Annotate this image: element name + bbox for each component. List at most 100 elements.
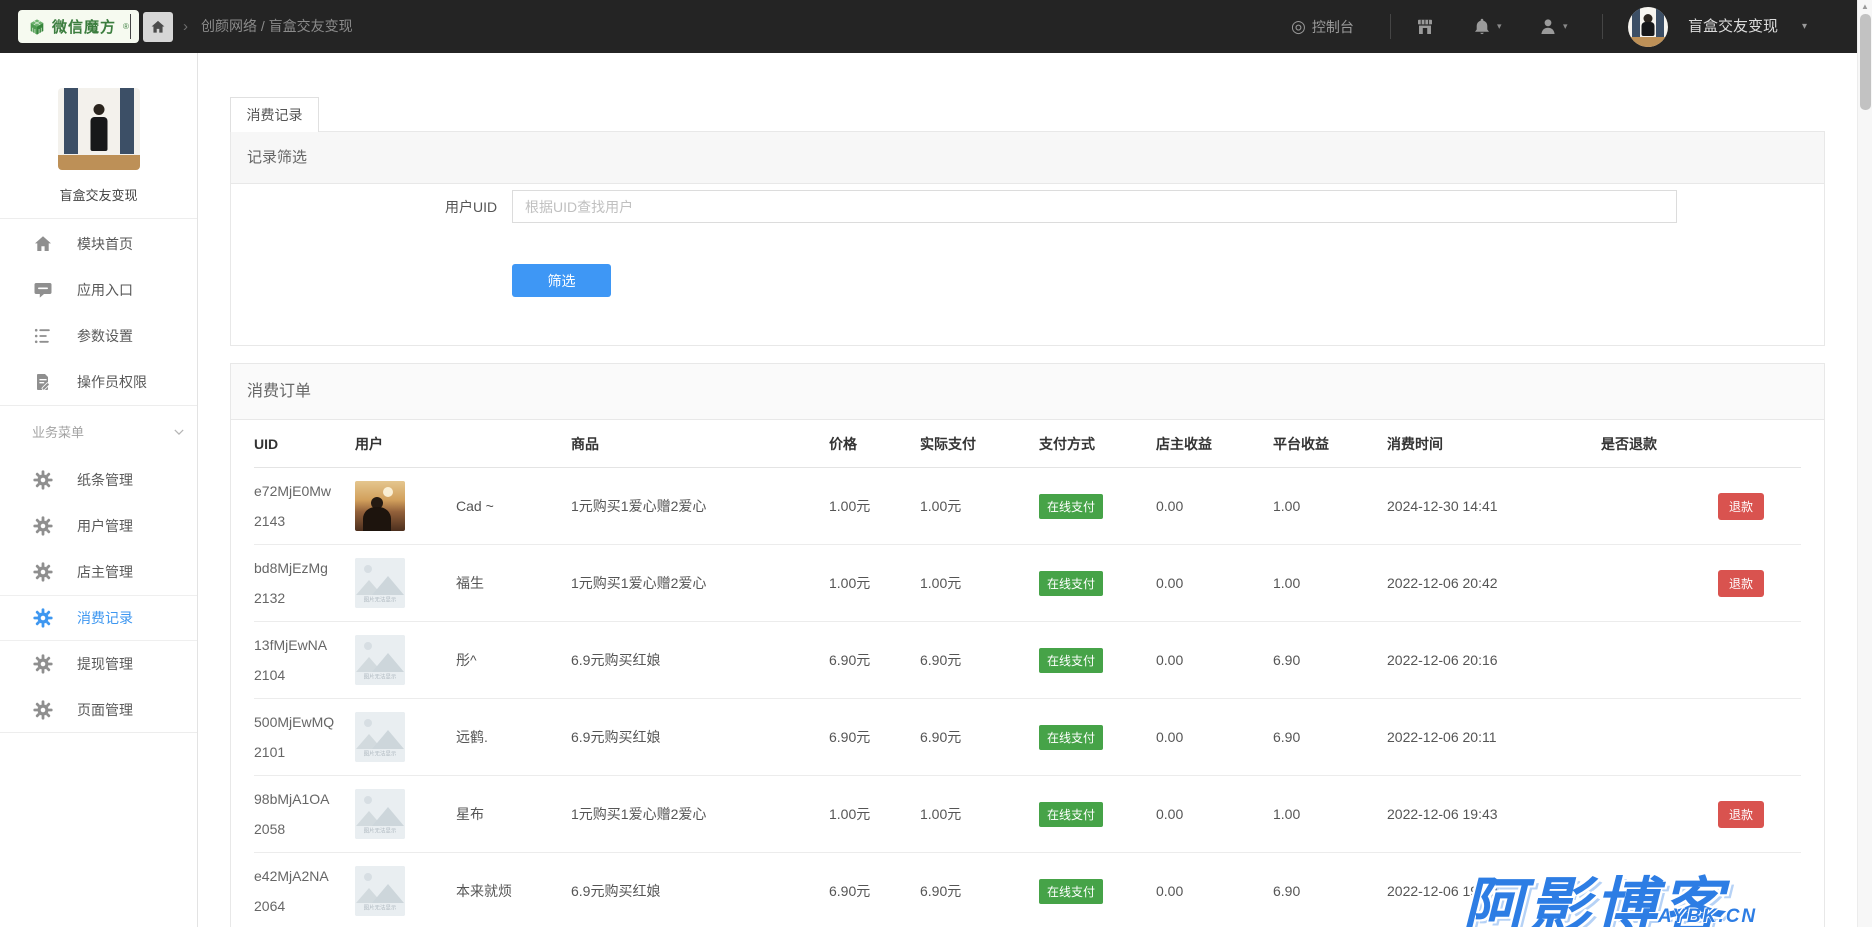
refund-button[interactable]: 退款 <box>1718 493 1764 520</box>
order-owner-income: 0.00 <box>1156 883 1273 899</box>
sidebar-item-user-management[interactable]: 用户管理 <box>0 503 197 549</box>
pay-method-badge: 在线支付 <box>1039 725 1103 750</box>
pay-method-badge: 在线支付 <box>1039 879 1103 904</box>
user-avatar: 图片无法显示 <box>355 635 405 685</box>
topbar-divider <box>1390 14 1391 39</box>
photo-floor <box>58 155 140 170</box>
sidebar-item-label: 消费记录 <box>77 608 133 628</box>
sidebar-item-operator-permissions[interactable]: 操作员权限 <box>0 359 197 405</box>
photo-figure-head <box>94 104 105 115</box>
topbar-divider <box>130 14 131 39</box>
sidebar-item-module-home[interactable]: 模块首页 <box>0 221 197 267</box>
order-owner-income: 0.00 <box>1156 729 1273 745</box>
gear-icon <box>33 562 53 582</box>
bell-icon[interactable] <box>1472 17 1492 37</box>
col-time: 消费时间 <box>1387 434 1601 454</box>
table-row: bd8MjEzMg 2132 图片无法显示 福生 1元购买1爱心赠2爱心 1. <box>254 545 1801 622</box>
order-uid-code: e72MjE0Mw <box>254 476 355 506</box>
uid-input[interactable] <box>512 190 1677 223</box>
sidebar-item-label: 应用入口 <box>77 280 133 300</box>
account-avatar[interactable] <box>1628 7 1668 47</box>
filter-button[interactable]: 筛选 <box>512 264 611 297</box>
orders-panel: 消费订单 UID 用户 商品 价格 实际支付 支付方式 店主收益 平台收益 消费… <box>230 363 1825 927</box>
order-uid: e42MjA2NA 2064 <box>254 861 355 921</box>
table-row: 500MjEwMQ 2101 图片无法显示 远鹤. 6.9元购买红娘 6.90 <box>254 699 1801 776</box>
placeholder-sun <box>364 873 372 881</box>
sidebar-item-page-management[interactable]: 页面管理 <box>0 687 197 733</box>
page: 微信魔方 ® › 创颜网络 / 盲盒交友变现 ◎ 控制台 ▾ ▾ 盲盒交友变现 … <box>0 0 1872 927</box>
placeholder-sun <box>364 642 372 650</box>
col-platform-income: 平台收益 <box>1273 434 1387 454</box>
topbar: 微信魔方 ® › 创颜网络 / 盲盒交友变现 ◎ 控制台 ▾ ▾ 盲盒交友变现 … <box>0 0 1872 53</box>
order-platform-income: 1.00 <box>1273 806 1387 822</box>
order-actual-paid: 6.90元 <box>920 881 1039 901</box>
order-actual-paid: 6.90元 <box>920 650 1039 670</box>
refund-button[interactable]: 退款 <box>1718 801 1764 828</box>
order-username: 福生 <box>456 573 484 593</box>
order-actual-paid: 6.90元 <box>920 727 1039 747</box>
avatar-photo <box>355 481 405 531</box>
order-refund-cell: 退款 <box>1601 493 1801 520</box>
cube-logo-icon <box>28 18 46 36</box>
order-uid-code: 13fMjEwNA <box>254 630 355 660</box>
order-actual-paid: 1.00元 <box>920 496 1039 516</box>
divider <box>0 218 197 219</box>
order-username: 彤^ <box>456 650 477 670</box>
photo-silhouette-body <box>363 507 391 531</box>
comment-icon <box>33 280 53 300</box>
bell-caret-icon[interactable]: ▾ <box>1497 0 1502 53</box>
sidebar-item-shop-owner-management[interactable]: 店主管理 <box>0 549 197 595</box>
order-product: 1元购买1爱心赠2爱心 <box>571 496 829 516</box>
breadcrumb-chevron-icon: › <box>183 0 188 53</box>
console-link[interactable]: ◎ 控制台 <box>1291 0 1354 53</box>
user-icon[interactable] <box>1538 17 1558 37</box>
home-icon <box>33 234 53 254</box>
order-uid-code: bd8MjEzMg <box>254 553 355 583</box>
sidebar-section-business-menu[interactable]: 业务菜单 <box>0 405 197 457</box>
store-icon[interactable] <box>1415 17 1435 37</box>
order-actual-paid: 1.00元 <box>920 573 1039 593</box>
page-scrollbar[interactable]: ▲ <box>1857 0 1872 927</box>
order-product: 6.9元购买红娘 <box>571 881 829 901</box>
account-caret-icon[interactable]: ▾ <box>1802 0 1807 53</box>
sidebar-item-withdrawal-management[interactable]: 提现管理 <box>0 641 197 687</box>
order-pay-method: 在线支付 <box>1039 571 1156 596</box>
order-time: 2022-12-06 20:42 <box>1387 575 1601 591</box>
order-uid: 13fMjEwNA 2104 <box>254 630 355 690</box>
order-uid-number: 2143 <box>254 506 355 536</box>
tab-consumption-records[interactable]: 消费记录 <box>230 97 319 132</box>
order-product: 1元购买1爱心赠2爱心 <box>571 804 829 824</box>
section-label: 业务菜单 <box>32 422 84 441</box>
refund-button[interactable]: 退款 <box>1718 570 1764 597</box>
home-button[interactable] <box>143 12 173 42</box>
avatar-curtain <box>1656 7 1664 38</box>
sidebar-item-consumption-records[interactable]: 消费记录 <box>0 595 197 641</box>
breadcrumb[interactable]: 创颜网络 / 盲盒交友变现 <box>201 0 353 53</box>
placeholder-sun <box>364 796 372 804</box>
sidebar-item-notes-management[interactable]: 纸条管理 <box>0 457 197 503</box>
photo-figure-body <box>91 117 108 151</box>
order-pay-method: 在线支付 <box>1039 494 1156 519</box>
app-logo[interactable]: 微信魔方 ® <box>18 10 139 43</box>
scrollbar-up-arrow[interactable]: ▲ <box>1858 2 1872 11</box>
order-price: 1.00元 <box>829 573 920 593</box>
sidebar-item-app-entry[interactable]: 应用入口 <box>0 267 197 313</box>
order-user: 图片无法显示 Cad ~ <box>355 481 571 531</box>
console-icon: ◎ <box>1291 17 1306 37</box>
order-user: 图片无法显示 星布 <box>355 789 571 839</box>
uid-label: 用户UID <box>445 190 497 224</box>
avatar-figure-body <box>1642 22 1655 36</box>
account-name[interactable]: 盲盒交友变现 <box>1688 0 1778 53</box>
order-owner-income: 0.00 <box>1156 498 1273 514</box>
user-caret-icon[interactable]: ▾ <box>1563 0 1568 53</box>
sidebar-item-parameter-settings[interactable]: 参数设置 <box>0 313 197 359</box>
scrollbar-thumb[interactable] <box>1860 14 1871 110</box>
placeholder-caption: 图片无法显示 <box>361 673 400 681</box>
console-label: 控制台 <box>1312 17 1354 37</box>
pay-method-badge: 在线支付 <box>1039 571 1103 596</box>
col-user: 用户 <box>355 434 571 454</box>
module-profile-photo <box>58 88 140 170</box>
logo-registered-mark: ® <box>123 22 129 31</box>
orders-panel-title: 消费订单 <box>231 364 1824 420</box>
sidebar-item-label: 操作员权限 <box>77 372 147 392</box>
